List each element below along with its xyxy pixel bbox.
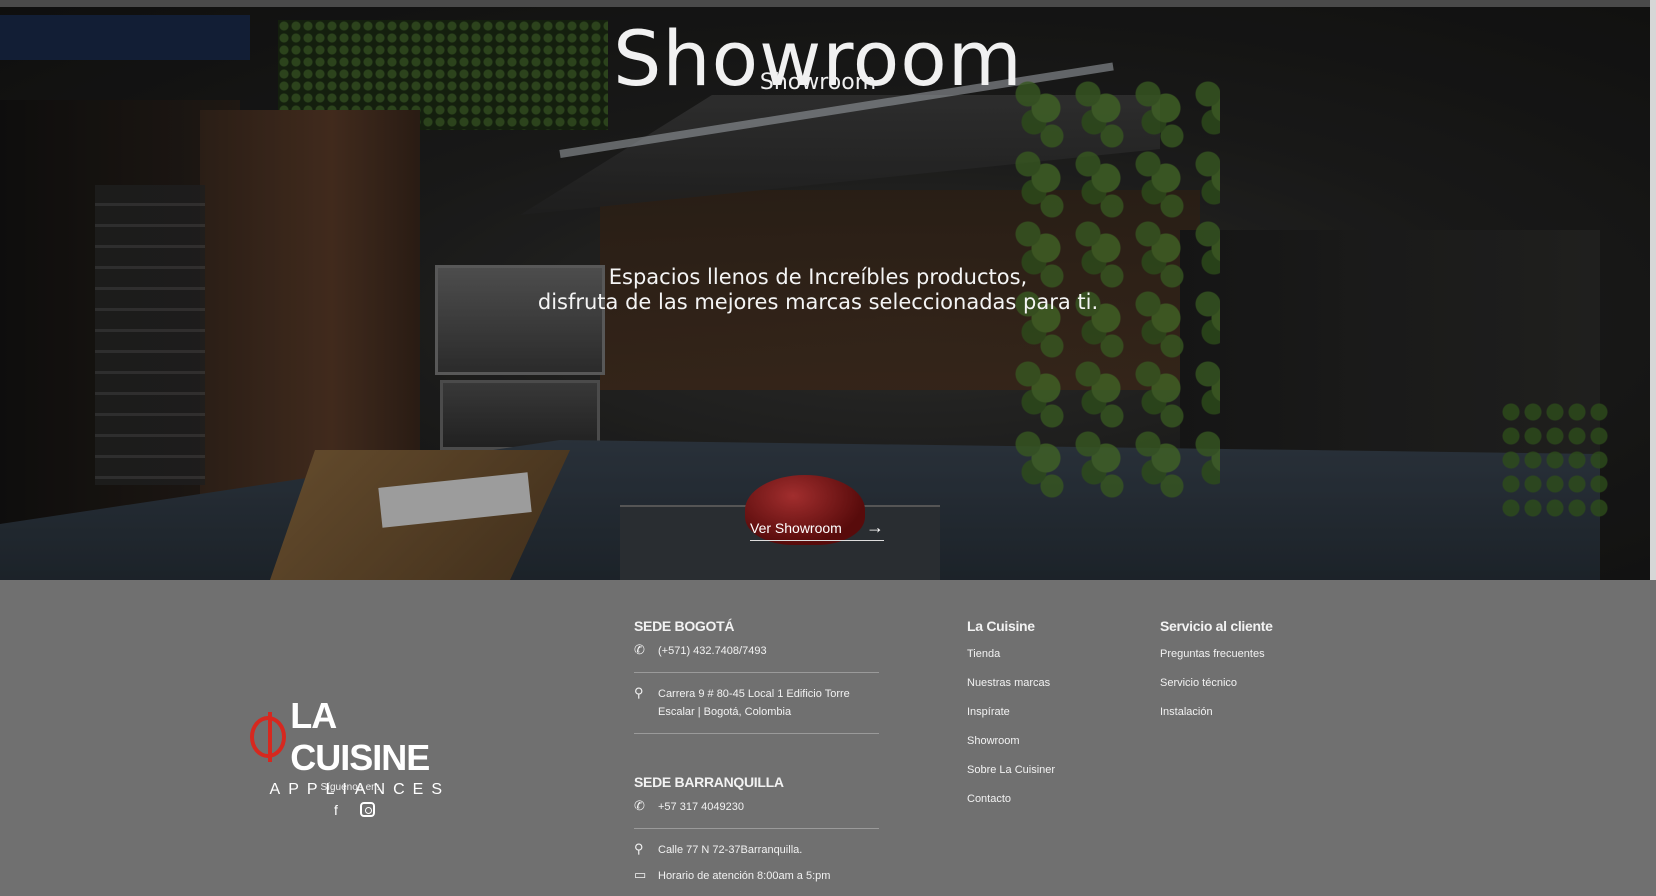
footer-column-servicio: Servicio al cliente Preguntas frecuentes… [1160,618,1273,735]
hero-tagline-line2: disfruta de las mejores marcas seleccion… [537,290,1099,314]
logo-name: LA CUISINE [290,695,430,778]
footer-link-nuestras-marcas[interactable]: Nuestras marcas [967,677,1055,689]
location-pin-icon: ⚲ [634,841,644,856]
hero-tagline: Espacios llenos de Increíbles productos,… [0,265,1636,315]
divider [634,733,879,734]
sede-column: SEDE BOGOTÁ ✆ (+571) 432.7408/7493 ⚲ Car… [634,618,879,885]
hero-banner: Showroom Showroom Espacios llenos de Inc… [0,0,1656,580]
ver-showroom-button[interactable]: Ver Showroom → [750,515,884,541]
hero-subtitle: Showroom [759,70,877,95]
footer-link-inspirate[interactable]: Inspírate [967,706,1055,718]
social-links: f [328,802,375,818]
divider [634,672,879,673]
divider [634,828,879,829]
footer: LA CUISINE APPLIANCES Síguenos en: f SED… [0,580,1656,896]
logo-mark-icon [250,712,287,762]
top-bar [0,0,1656,7]
logo-row: LA CUISINE [250,695,450,779]
scrollbar-edge [1650,0,1656,580]
column-heading: La Cuisine [967,618,1035,634]
column-heading: Servicio al cliente [1160,618,1273,634]
location-pin-icon: ⚲ [634,685,644,700]
sede-barranquilla-phone: ✆ +57 317 4049230 [634,798,879,816]
cta-label: Ver Showroom [750,519,842,536]
footer-link-preguntas[interactable]: Preguntas frecuentes [1160,648,1273,660]
footer-link-showroom[interactable]: Showroom [967,735,1055,747]
hero-tagline-line1: Espacios llenos de Increíbles productos, [608,265,1028,289]
sede-barranquilla-address-text: Calle 77 N 72-37Barranquilla. [658,844,803,856]
sede-barranquilla: SEDE BARRANQUILLA ✆ +57 317 4049230 ⚲ Ca… [634,774,879,885]
facebook-icon[interactable]: f [328,802,344,818]
phone-icon: ✆ [634,798,645,813]
footer-link-sobre[interactable]: Sobre La Cuisiner [967,764,1055,776]
page: Showroom Showroom Espacios llenos de Inc… [0,0,1656,896]
sede-barranquilla-hours-text: Horario de atención 8:00am a 5:pm [658,870,831,882]
sede-bogota-phone-text: (+571) 432.7408/7493 [658,645,767,657]
footer-link-instalacion[interactable]: Instalación [1160,706,1273,718]
sede-barranquilla-heading: SEDE BARRANQUILLA [634,774,784,790]
sede-bogota-heading: SEDE BOGOTÁ [634,618,735,634]
footer-link-tienda[interactable]: Tienda [967,648,1055,660]
arrow-right-icon: → [866,517,884,537]
follow-label: Síguenos en: [320,782,380,793]
sede-bogota-address: ⚲ Carrera 9 # 80-45 Local 1 Edificio Tor… [634,685,879,721]
store-icon: ▭ [634,867,647,882]
sede-barranquilla-phone-text: +57 317 4049230 [658,801,744,813]
footer-link-contacto[interactable]: Contacto [967,793,1055,805]
sede-bogota-phone: ✆ (+571) 432.7408/7493 [634,642,879,660]
sede-bogota-address-text: Carrera 9 # 80-45 Local 1 Edificio Torre… [658,688,850,718]
footer-link-servicio-tecnico[interactable]: Servicio técnico [1160,677,1273,689]
instagram-icon[interactable] [360,802,375,817]
phone-icon: ✆ [634,642,645,657]
sede-barranquilla-address: ⚲ Calle 77 N 72-37Barranquilla. [634,841,879,859]
sede-barranquilla-hours: ▭ Horario de atención 8:00am a 5:pm [634,867,879,885]
footer-column-la-cuisine: La Cuisine Tienda Nuestras marcas Inspír… [967,618,1055,822]
